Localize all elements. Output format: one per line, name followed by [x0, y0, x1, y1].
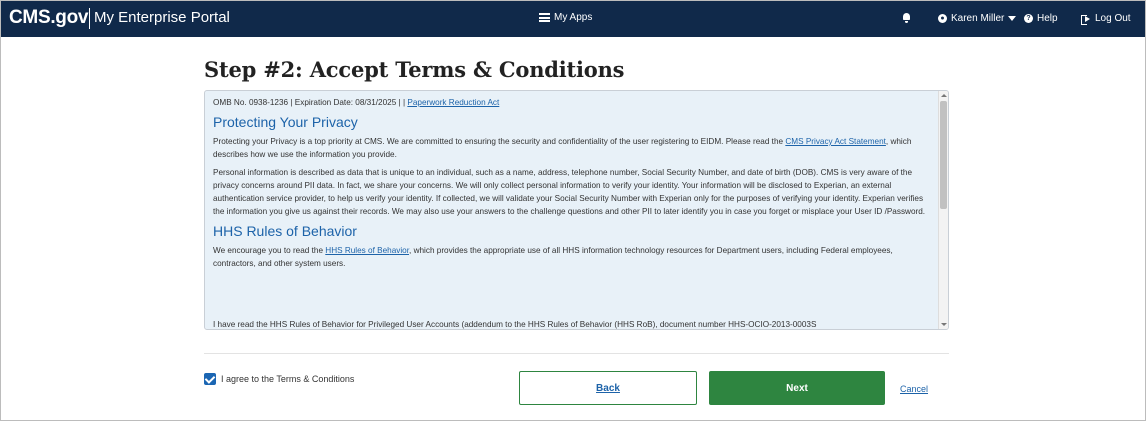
scrollbar-thumb[interactable] [940, 101, 947, 209]
omb-line: OMB No. 0938-1236 | Expiration Date: 08/… [213, 96, 931, 109]
hhs-heading: HHS Rules of Behavior [213, 223, 357, 239]
brand-divider [89, 8, 90, 29]
chevron-down-icon [1008, 16, 1017, 21]
hhs-paragraph-1: We encourage you to read the HHS Rules o… [213, 244, 931, 270]
notifications-button[interactable] [902, 13, 911, 23]
privacy-paragraph-1: Protecting your Privacy is a top priorit… [213, 135, 931, 161]
my-apps-label: My Apps [554, 12, 593, 23]
bell-icon [902, 13, 911, 23]
my-apps-button[interactable]: My Apps [539, 12, 592, 23]
page-frame: CMS.gov My Enterprise Portal My Apps ● K… [0, 0, 1146, 421]
cms-logo[interactable]: CMS.gov [9, 7, 88, 29]
agree-checkbox-label[interactable]: I agree to the Terms & Conditions [221, 374, 354, 384]
question-icon: ? [1024, 14, 1033, 23]
scroll-up-arrow-icon[interactable] [941, 94, 947, 97]
paperwork-reduction-act-link[interactable]: Paperwork Reduction Act [407, 98, 499, 107]
privacy-paragraph-2: Personal information is described as dat… [213, 168, 926, 216]
cancel-link[interactable]: Cancel [900, 384, 928, 394]
hhs-rules-link[interactable]: HHS Rules of Behavior [325, 246, 409, 255]
logout-link[interactable]: Log Out [1081, 13, 1131, 25]
privacy-p1-text: Protecting your Privacy is a top priorit… [213, 137, 784, 146]
user-menu[interactable]: ● Karen Miller [938, 13, 1017, 24]
cms-privacy-act-link[interactable]: CMS Privacy Act Statement [785, 137, 886, 146]
user-icon: ● [938, 14, 947, 23]
top-navigation-bar: CMS.gov My Enterprise Portal My Apps ● K… [1, 1, 1145, 37]
hhs-paragraph-2-partial: I have read the HHS Rules of Behavior fo… [213, 320, 817, 329]
help-label: Help [1037, 13, 1058, 24]
terms-scroll-box[interactable]: OMB No. 0938-1236 | Expiration Date: 08/… [204, 90, 949, 330]
logout-icon [1081, 14, 1091, 25]
portal-name[interactable]: My Enterprise Portal [94, 9, 230, 26]
apps-list-icon [539, 13, 550, 22]
back-button[interactable]: Back [519, 371, 697, 405]
agree-checkbox[interactable] [204, 373, 216, 385]
omb-text: OMB No. 0938-1236 | Expiration Date: 08/… [213, 98, 406, 107]
page-title: Step #2: Accept Terms & Conditions [204, 57, 625, 82]
next-button[interactable]: Next [709, 371, 885, 405]
terms-scrollbar[interactable] [938, 91, 948, 329]
privacy-heading: Protecting Your Privacy [213, 114, 358, 130]
section-divider [204, 353, 949, 354]
terms-content: OMB No. 0938-1236 | Expiration Date: 08/… [213, 96, 931, 275]
scroll-down-arrow-icon[interactable] [941, 323, 947, 326]
user-name: Karen Miller [951, 13, 1005, 24]
help-link[interactable]: ? Help [1024, 13, 1058, 24]
logout-label: Log Out [1095, 13, 1131, 24]
hhs-p1-text: We encourage you to read the [213, 246, 323, 255]
